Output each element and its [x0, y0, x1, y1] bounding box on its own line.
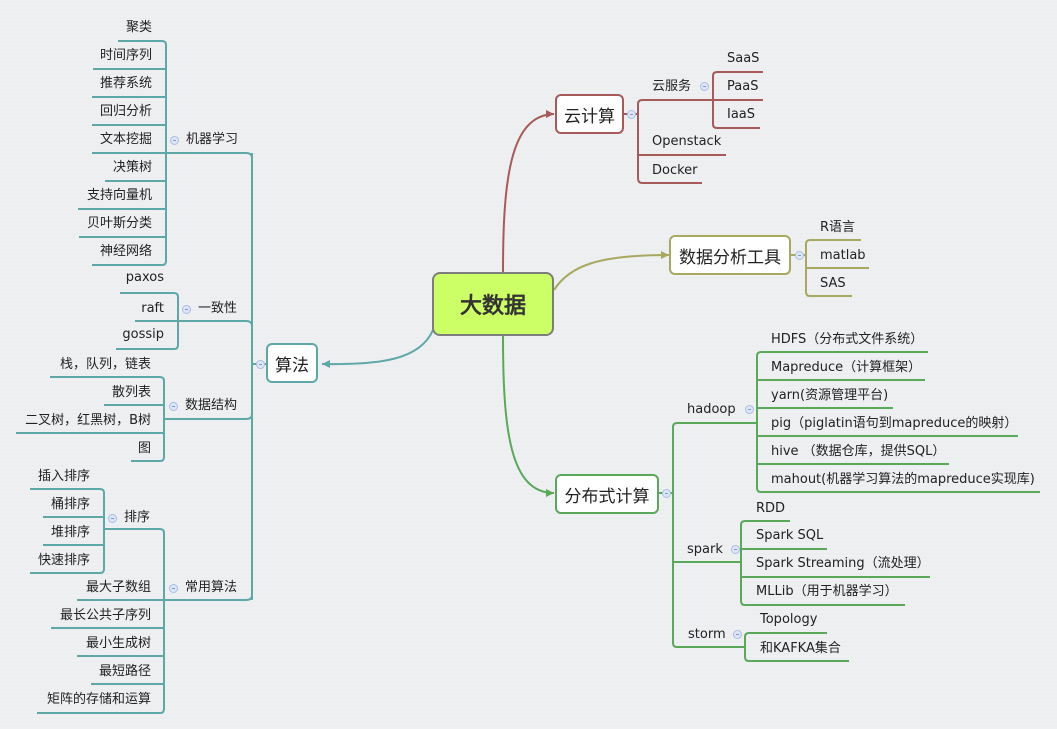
consistency-leaf[interactable]: gossip [122, 327, 164, 343]
common-node[interactable]: 常用算法 [185, 580, 237, 596]
hadoop-leaf[interactable]: mahout(机器学习算法的mapreduce实现库) [771, 472, 1035, 488]
algo-to-ml [166, 152, 253, 159]
common-leaf[interactable]: 矩阵的存储和运算 [47, 692, 151, 708]
algo-to-ds [164, 413, 253, 420]
hadoop-leaf[interactable]: hive （数据仓库，提供SQL） [771, 444, 945, 460]
ml-leaf[interactable]: 回归分析 [100, 104, 152, 120]
cloud-service-leaf[interactable]: PaaS [727, 79, 758, 95]
ds-leaf[interactable]: 散列表 [112, 385, 151, 401]
storm-node[interactable]: storm [688, 627, 726, 643]
algo-label: 算法 [275, 355, 309, 376]
arrow-dist [546, 489, 554, 497]
root-node[interactable]: 大数据 [432, 272, 554, 336]
dist-label: 分布式计算 [564, 486, 650, 507]
root-to-dist-line [502, 335, 555, 494]
cloud-leaf[interactable]: Openstack [652, 134, 721, 150]
consistency-node[interactable]: 一致性 [198, 301, 237, 317]
arrow-tools [661, 251, 669, 259]
consistency-leaf[interactable]: paxos [126, 270, 164, 286]
ml-leaf[interactable]: 神经网络 [100, 244, 152, 260]
root-to-cloud-line [502, 113, 555, 273]
hadoop-leaf[interactable]: HDFS（分布式文件系统） [771, 332, 923, 348]
root-to-algo-line [321, 329, 434, 366]
collapse-toggle-hadoop[interactable] [745, 405, 754, 414]
common-leaf[interactable]: 最小生成树 [86, 636, 151, 652]
ml-leaf[interactable]: 时间序列 [100, 48, 152, 64]
ml-leaf[interactable]: 文本挖掘 [100, 132, 152, 148]
hadoop-leaf[interactable]: pig（piglatin语句到mapreduce的映射） [771, 416, 1017, 432]
hadoop-leaf[interactable]: yarn(资源管理平台) [771, 388, 888, 404]
arrow-algo [322, 360, 330, 368]
ml-leaf[interactable]: 聚类 [126, 20, 152, 36]
collapse-toggle-cloud[interactable] [627, 110, 636, 119]
common-leaf[interactable]: 最长公共子序列 [60, 608, 151, 624]
sort-leaf[interactable]: 插入排序 [38, 469, 90, 485]
common-leaf[interactable]: 最大子数组 [86, 580, 151, 596]
consistency-leaf[interactable]: raft [141, 301, 164, 317]
sort-leaf[interactable]: 桶排序 [51, 497, 90, 513]
ml-node[interactable]: 机器学习 [186, 132, 238, 148]
hadoop-node[interactable]: hadoop [687, 402, 736, 418]
collapse-toggle-dist[interactable] [662, 489, 671, 498]
collapse-toggle-tools[interactable] [795, 251, 804, 260]
ml-leaf[interactable]: 推荐系统 [100, 76, 152, 92]
ds-node[interactable]: 数据结构 [185, 398, 237, 414]
sort-leaf[interactable]: 堆排序 [51, 525, 90, 541]
cloud-service-node[interactable]: 云服务 [652, 79, 691, 95]
collapse-toggle-ds[interactable] [169, 402, 178, 411]
spark-node[interactable]: spark [687, 542, 723, 558]
tools-leaf[interactable]: matlab [820, 248, 866, 264]
spark-leaf[interactable]: Spark Streaming（流处理） [756, 556, 930, 572]
collapse-toggle-sort[interactable] [108, 514, 117, 523]
tools-leaf[interactable]: R语言 [820, 220, 855, 236]
common-leaf[interactable]: 最短路径 [99, 664, 151, 680]
cloud-service-leaf[interactable]: SaaS [727, 51, 759, 67]
ds-leaf[interactable]: 二叉树，红黑树，B树 [25, 413, 151, 429]
storm-leaf[interactable]: 和KAFKA集合 [760, 641, 841, 657]
tools-label: 数据分析工具 [679, 247, 781, 268]
tools-leaf[interactable]: SAS [820, 276, 846, 292]
cloud-service-leaf[interactable]: IaaS [727, 107, 755, 123]
ml-leaf[interactable]: 贝叶斯分类 [87, 216, 152, 232]
cloud-leaf[interactable]: Docker [652, 163, 698, 179]
collapse-toggle-storm[interactable] [733, 630, 742, 639]
collapse-toggle-cloud-service[interactable] [700, 82, 709, 91]
ds-leaf[interactable]: 栈，队列，链表 [60, 357, 151, 373]
spark-leaf[interactable]: Spark SQL [756, 528, 823, 544]
cloud-label: 云计算 [564, 106, 615, 127]
arrow-cloud [546, 110, 554, 118]
collapse-toggle-ml[interactable] [170, 136, 179, 145]
collapse-toggle-spark[interactable] [731, 545, 740, 554]
collapse-toggle-consistency[interactable] [182, 305, 191, 314]
cloud-node[interactable]: 云计算 [555, 94, 624, 134]
ds-leaf[interactable]: 图 [138, 441, 151, 457]
collapse-toggle-algo[interactable] [256, 360, 265, 369]
sort-node[interactable]: 排序 [124, 510, 150, 526]
tools-node[interactable]: 数据分析工具 [669, 235, 791, 275]
collapse-toggle-common[interactable] [169, 584, 178, 593]
spark-leaf[interactable]: RDD [756, 501, 785, 517]
ml-leaf[interactable]: 支持向量机 [87, 188, 152, 204]
hadoop-leaf[interactable]: Mapreduce（计算框架） [771, 360, 921, 376]
ml-leaf[interactable]: 决策树 [113, 160, 152, 176]
root-to-tools-line [553, 254, 670, 291]
root-label: 大数据 [459, 294, 526, 319]
algo-to-cons [178, 320, 253, 327]
algo-node[interactable]: 算法 [266, 343, 318, 383]
dist-node[interactable]: 分布式计算 [555, 474, 659, 514]
storm-leaf[interactable]: Topology [760, 612, 817, 628]
spark-leaf[interactable]: MLLib（用于机器学习） [756, 584, 898, 600]
sort-leaf[interactable]: 快速排序 [38, 553, 90, 569]
